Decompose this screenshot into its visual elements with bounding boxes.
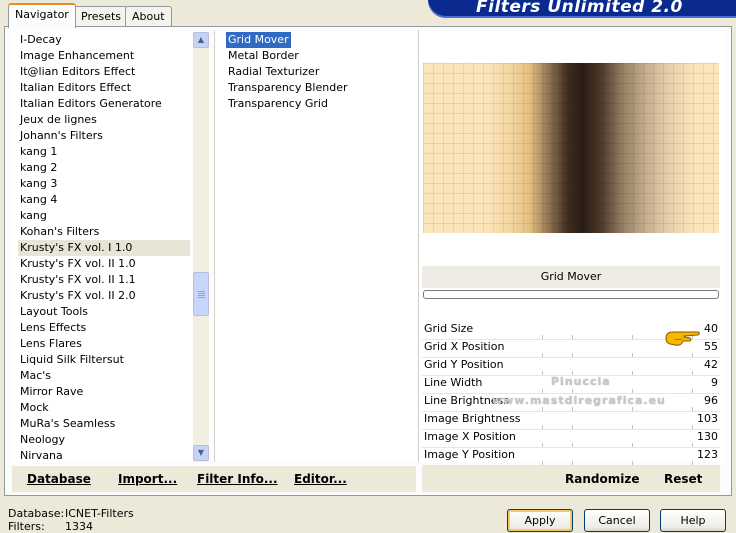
param-row[interactable]: Image X Position 130 xyxy=(422,429,720,448)
pointing-hand-icon xyxy=(665,331,700,346)
category-item[interactable]: Kohan's Filters xyxy=(18,224,190,240)
category-item[interactable]: MuRa's Seamless xyxy=(18,416,190,432)
database-button[interactable]: Database xyxy=(27,472,91,486)
status-database-value: ICNET-Filters xyxy=(65,507,134,520)
filter-item[interactable]: Transparency Grid xyxy=(226,96,412,112)
filter-item[interactable]: Radial Texturizer xyxy=(226,64,412,80)
param-label: Image Y Position xyxy=(424,448,515,461)
category-item[interactable]: Krusty's FX vol. II 2.0 xyxy=(18,288,190,304)
category-item[interactable]: Layout Tools xyxy=(18,304,190,320)
category-item[interactable]: kang xyxy=(18,208,190,224)
param-label: Grid Y Position xyxy=(424,358,504,371)
category-item[interactable]: Lens Effects xyxy=(18,320,190,336)
tab-presets[interactable]: Presets xyxy=(74,6,129,26)
category-item[interactable]: kang 1 xyxy=(18,144,190,160)
param-value: 103 xyxy=(697,412,718,425)
filter-item[interactable]: Grid Mover xyxy=(226,32,291,48)
slider-tick xyxy=(692,461,693,465)
param-label: Image Brightness xyxy=(424,412,521,425)
category-item[interactable]: Liquid Silk Filtersut xyxy=(18,352,190,368)
status-database-label: Database: xyxy=(8,507,65,520)
filter-item[interactable]: Transparency Blender xyxy=(226,80,412,96)
param-row[interactable]: Image Y Position 123 xyxy=(422,447,720,466)
category-item[interactable]: Mac's xyxy=(18,368,190,384)
app-title: Filters Unlimited 2.0 xyxy=(476,0,683,17)
param-value: 123 xyxy=(697,448,718,461)
tab-about[interactable]: About xyxy=(125,6,172,26)
slider-tick xyxy=(542,461,543,465)
param-label: Grid Size xyxy=(424,322,474,335)
category-item[interactable]: kang 2 xyxy=(18,160,190,176)
category-item[interactable]: Italian Editors Effect xyxy=(18,80,190,96)
param-value: 55 xyxy=(704,340,718,353)
cancel-button[interactable]: Cancel xyxy=(584,509,650,532)
progress-bar xyxy=(423,290,719,299)
status-filters-value: 1334 xyxy=(65,520,93,533)
category-item[interactable]: I-Decay xyxy=(18,32,190,48)
category-item[interactable]: Image Enhancement xyxy=(18,48,190,64)
status-filters-label: Filters: xyxy=(8,520,45,533)
param-label: Grid X Position xyxy=(424,340,505,353)
param-value: 9 xyxy=(711,376,718,389)
randomize-button[interactable]: Randomize xyxy=(565,472,639,486)
help-button[interactable]: Help xyxy=(660,509,726,532)
param-value: 42 xyxy=(704,358,718,371)
watermark-url: www.mastdiregrafica.eu xyxy=(492,394,666,407)
scroll-up-button[interactable]: ▲ xyxy=(193,32,209,48)
param-value: 40 xyxy=(704,322,718,335)
category-item[interactable]: Italian Editors Generatore xyxy=(18,96,190,112)
apply-button[interactable]: Apply xyxy=(507,509,573,532)
reset-button[interactable]: Reset xyxy=(664,472,702,486)
param-row[interactable]: Image Brightness 103 xyxy=(422,411,720,430)
scroll-thumb[interactable] xyxy=(193,272,209,316)
category-item[interactable]: Johann's Filters xyxy=(18,128,190,144)
category-item[interactable]: Lens Flares xyxy=(18,336,190,352)
filter-item[interactable]: Metal Border xyxy=(226,48,412,64)
tab-navigator[interactable]: Navigator xyxy=(8,3,76,28)
param-label: Line Width xyxy=(424,376,483,389)
slider-tick xyxy=(572,461,573,465)
category-item[interactable]: Mock xyxy=(18,400,190,416)
filter-info-button[interactable]: Filter Info... xyxy=(197,472,278,486)
category-list: I-Decay Image Enhancement It@lian Editors … xyxy=(18,32,190,464)
category-item[interactable]: Jeux de lignes xyxy=(18,112,190,128)
category-item[interactable]: Neology xyxy=(18,432,190,448)
category-item[interactable]: Krusty's FX vol. II 1.1 xyxy=(18,272,190,288)
import-button[interactable]: Import... xyxy=(118,472,177,486)
scroll-down-button[interactable]: ▼ xyxy=(193,445,209,461)
param-label: Image X Position xyxy=(424,430,516,443)
category-scrollbar[interactable] xyxy=(193,32,209,462)
category-item[interactable]: Mirror Rave xyxy=(18,384,190,400)
filter-list: Grid Mover Metal Border Radial Texturizer T… xyxy=(226,32,412,112)
watermark-name: Pinuccia xyxy=(551,375,611,388)
editor-button[interactable]: Editor... xyxy=(294,472,347,486)
param-value: 130 xyxy=(697,430,718,443)
filter-title: Grid Mover xyxy=(422,266,720,288)
category-item[interactable]: kang 4 xyxy=(18,192,190,208)
preview-image xyxy=(423,63,719,233)
param-row[interactable]: Grid Y Position 42 xyxy=(422,357,720,376)
param-value: 96 xyxy=(704,394,718,407)
slider-tick xyxy=(632,461,633,465)
category-item[interactable]: Nirvana xyxy=(18,448,190,464)
category-item[interactable]: It@lian Editors Effect xyxy=(18,64,190,80)
category-item[interactable]: Krusty's FX vol. I 1.0 xyxy=(18,240,190,256)
category-item[interactable]: Krusty's FX vol. II 1.0 xyxy=(18,256,190,272)
category-item[interactable]: kang 3 xyxy=(18,176,190,192)
